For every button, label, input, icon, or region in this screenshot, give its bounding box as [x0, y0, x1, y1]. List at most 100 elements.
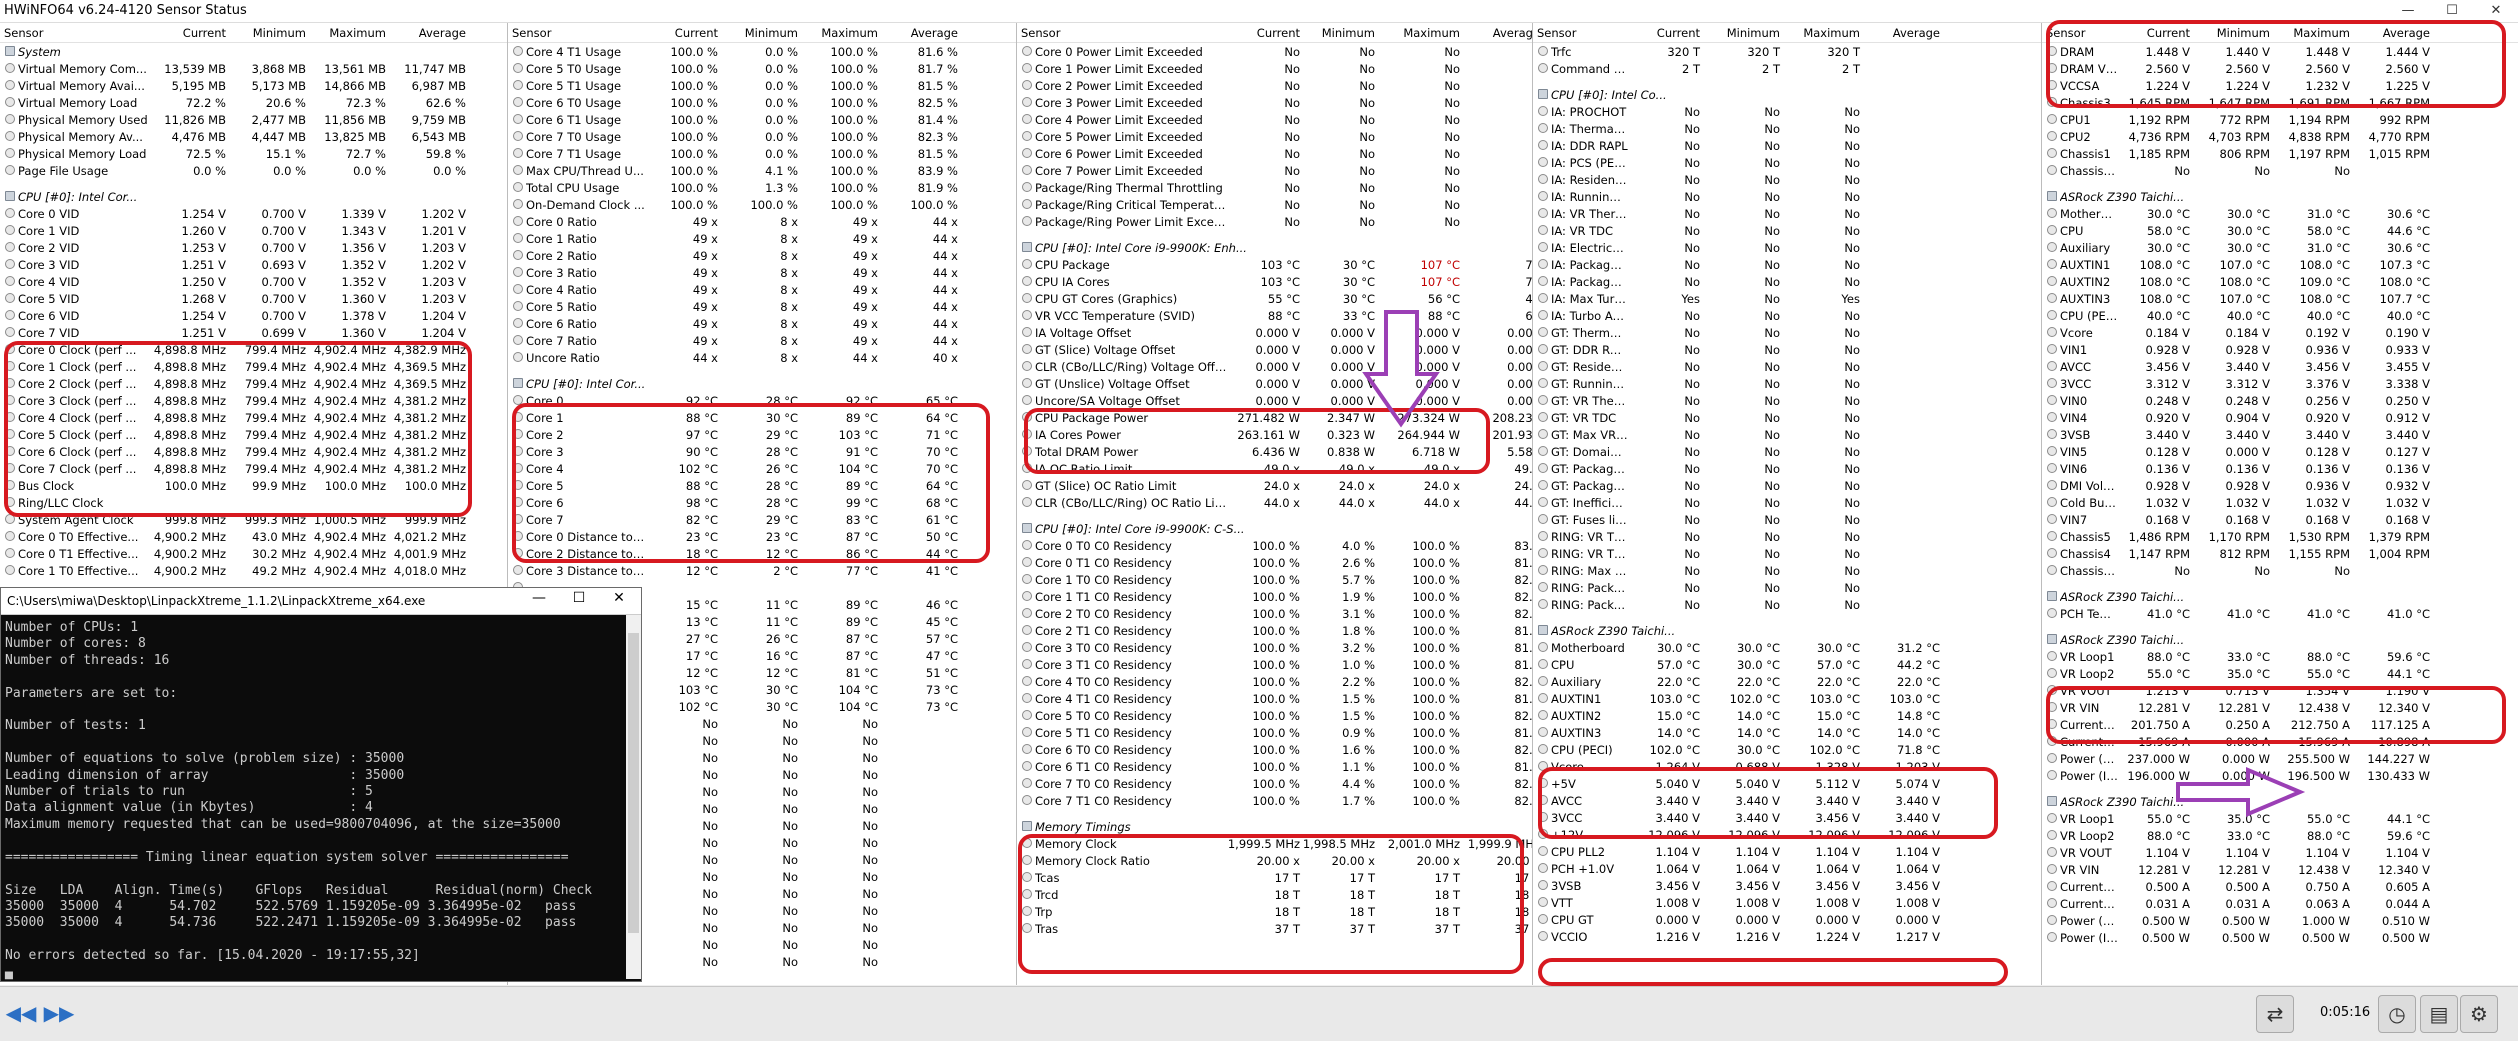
sensor-row[interactable]: DRAM VPP 2.560 V 2.560 V 2.560 V 2.560 V [2042, 60, 2518, 77]
sensor-row[interactable]: Core 1 88 °C 30 °C 89 °C 64 °C [508, 409, 1016, 426]
sensor-row[interactable]: Core 6 T0 Usage 100.0 % 0.0 % 100.0 % 82.5 % [508, 94, 1016, 111]
sensor-row[interactable]: Core 2 VID 1.253 V 0.700 V 1.356 V 1.203 V [0, 239, 507, 256]
sensor-group-header[interactable]: ASRock Z390 Taichi... [2042, 631, 2518, 648]
sensor-row[interactable]: Motherboard 30.0 °C 30.0 °C 30.0 °C 31.2 °C [1533, 639, 2041, 656]
sensor-row[interactable]: CPU GT Cores (Graphics)55 °C30 °C56 °C44 [1017, 290, 1532, 307]
sensor-row[interactable]: Core 0 T1 C0 Residency 100.0 % 2.6 % 100.0 … [1017, 554, 1532, 571]
header-maximum[interactable]: Maximum [2293, 26, 2350, 40]
sensor-row[interactable]: AUXTIN3 108.0 °C 107.0 °C 108.0 °C 107.7 °C [2042, 290, 2518, 307]
column-header[interactable]: SensorCurrentMinimumMaximumAverage [1533, 23, 2041, 43]
sensor-row[interactable]: Core 0 Power Limit Exceeded No No No [1017, 43, 1532, 60]
sensor-row[interactable]: Core 3 Power Limit Exceeded No No No [1017, 94, 1532, 111]
sensor-row[interactable]: Core 5 T0 C0 Residency 100.0 % 1.5 % 100.0 … [1017, 707, 1532, 724]
column-header[interactable]: SensorCurrentMinimumMaximumAverage [2042, 23, 2518, 43]
sensor-row[interactable]: Core 2 T1 C0 Residency 100.0 % 1.8 % 100.0 … [1017, 622, 1532, 639]
sensor-row[interactable]: VR VOUT 1.213 V 0.713 V 1.354 V 1.190 V [2042, 682, 2518, 699]
sensor-row[interactable]: Trfc 320 T 320 T 320 T [1533, 43, 2041, 60]
sensor-row[interactable]: Core 1 T1 C0 Residency 100.0 % 1.9 % 100.0 … [1017, 588, 1532, 605]
sensor-row[interactable]: Ring/LLC Clock [0, 494, 507, 511]
sensor-row[interactable]: VTT 1.008 V 1.008 V 1.008 V 1.008 V [1533, 894, 2041, 911]
sensor-row[interactable]: VIN4 0.920 V 0.904 V 0.920 V 0.912 V [2042, 409, 2518, 426]
sensor-row[interactable]: VR VCC Temperature (SVID) 88 °C 33 °C 88 °C… [1017, 307, 1532, 324]
sensor-row[interactable]: RING: VR TDC No No No [1533, 545, 2041, 562]
sensor-row[interactable]: Core 0 Clock (perf ... 4,898.8 MHz 799.4 M… [0, 341, 507, 358]
sensor-row[interactable]: CPU Package103 °C30 °C107 °C73 [1017, 256, 1532, 273]
sensor-row[interactable]: Auxiliary 22.0 °C 22.0 °C 22.0 °C 22.0 °C [1533, 673, 2041, 690]
sensor-row[interactable]: Core 2 Distance to ... 18 °C 12 °C 86 °C 44 … [508, 545, 1016, 562]
sensor-row[interactable]: Core 2 97 °C 29 °C 103 °C 71 °C [508, 426, 1016, 443]
sensor-group-header[interactable]: CPU [#0]: Intel Co... [1533, 86, 2041, 103]
sensor-group-header[interactable]: CPU [#0]: Intel Cor... [508, 375, 1016, 392]
sensor-row[interactable]: Core 6 Power Limit Exceeded No No No [1017, 145, 1532, 162]
header-current[interactable]: Current [1257, 26, 1300, 40]
sensor-row[interactable]: Trcd18 T18 T18 T18 T [1017, 886, 1532, 903]
minimize-button[interactable]: — [2386, 0, 2430, 22]
sensor-row[interactable]: Core 3 Ratio 49 x8 x 49 x 44 x [508, 264, 1016, 281]
sensor-row[interactable]: CPU PLL2 1.104 V 1.104 V 1.104 V 1.104 V [1533, 843, 2041, 860]
header-sensor[interactable]: Sensor [1021, 26, 1060, 40]
sensor-row[interactable]: Core 6 Ratio 49 x8 x 49 x 44 x [508, 315, 1016, 332]
sensor-row[interactable]: Cold Bug Killer Voltage1.032 V1.032 V1.0… [2042, 494, 2518, 511]
sensor-row[interactable]: Core 0 T1 Effective... 4,900.2 MHz 30.2 MH… [0, 545, 507, 562]
sensor-group-header[interactable]: ASRock Z390 Taichi... [2042, 588, 2518, 605]
sensor-row[interactable]: IA: Turbo Attenuati...NoNoNo [1533, 307, 2041, 324]
sensor-row[interactable]: Core 7 82 °C 29 °C 83 °C 61 °C [508, 511, 1016, 528]
sensor-row[interactable]: Core 5 88 °C 28 °C 89 °C 64 °C [508, 477, 1016, 494]
header-minimum[interactable]: Minimum [253, 26, 306, 40]
sensor-row[interactable]: Core 5 VID 1.268 V 0.700 V 1.360 V 1.203 V [0, 290, 507, 307]
sensor-row[interactable]: Core 5 T1 C0 Residency 100.0 % 0.9 % 100.0 … [1017, 724, 1532, 741]
sensor-row[interactable]: GT: Fuses limit No No No [1533, 511, 2041, 528]
sensor-row[interactable]: IA: Max Turbo LimitYesNoYes [1533, 290, 2041, 307]
sensor-row[interactable]: Chassis3 1,645 RPM 1,647 RPM 1,691 RPM 1,667… [2042, 94, 2518, 111]
sensor-row[interactable]: Virtual Memory Load 72.2 % 20.6 % 72.3 % 62.… [0, 94, 507, 111]
sensor-row[interactable]: PCH +1.0V 1.064 V 1.064 V 1.064 V 1.064 V [1533, 860, 2041, 877]
sensor-row[interactable]: 3VCC 3.440 V 3.440 V 3.456 V 3.440 V [1533, 809, 2041, 826]
sensor-panel-3[interactable]: SensorCurrentMinimumMaximumAverageCore 0… [1017, 23, 1533, 985]
header-minimum[interactable]: Minimum [2217, 26, 2270, 40]
sensor-row[interactable]: Physical Memory Av... 4,476 MB 4,447 MB 13,… [0, 128, 507, 145]
sensor-row[interactable]: IA Voltage Offset 0.000 V 0.000 V 0.000 V 0.… [1017, 324, 1532, 341]
sensor-row[interactable]: Core 4 102 °C 26 °C 104 °C 70 °C [508, 460, 1016, 477]
sensor-row[interactable]: CLR (CBo/LLC/Ring) OC Ratio Limit 44.0 x4… [1017, 494, 1532, 511]
header-minimum[interactable]: Minimum [1322, 26, 1375, 40]
sensor-row[interactable]: Core 4 T1 C0 Residency 100.0 % 1.5 % 100.0 … [1017, 690, 1532, 707]
sensor-row[interactable]: Core 2 Clock (perf ... 4,898.8 MHz 799.4 M… [0, 375, 507, 392]
sensor-row[interactable]: Core 2 T0 C0 Residency 100.0 % 3.1 % 100.0 … [1017, 605, 1532, 622]
sensor-row[interactable]: Core 2 Power Limit Exceeded No No No [1017, 77, 1532, 94]
sensor-group-header[interactable]: CPU [#0]: Intel Cor... [0, 188, 507, 205]
sensor-row[interactable]: Page File Usage 0.0 % 0.0 % 0.0 % 0.0 % [0, 162, 507, 179]
sensor-row[interactable]: Chassis IntrusionNoNoNo [2042, 162, 2518, 179]
sensor-row[interactable]: GT: Max VR Voltage...NoNoNo [1533, 426, 2041, 443]
sensor-row[interactable]: Chassis1 1,185 RPM 806 RPM 1,197 RPM 1,015 R… [2042, 145, 2518, 162]
sensor-row[interactable]: Core 7 T1 Usage 100.0 % 0.0 % 100.0 % 81.5 % [508, 145, 1016, 162]
sensor-row[interactable]: Core 4 Ratio 49 x8 x 49 x 44 x [508, 281, 1016, 298]
sensor-row[interactable]: VR VIN 12.281 V 12.281 V 12.438 V 12.340 V [2042, 861, 2518, 878]
sensor-row[interactable]: AVCC 3.456 V 3.440 V 3.456 V 3.455 V [2042, 358, 2518, 375]
sensor-row[interactable]: IA: Electrical Design...NoNoNo [1533, 239, 2041, 256]
sensor-row[interactable]: CPU1 1,192 RPM 772 RPM 1,194 RPM 992 RPM [2042, 111, 2518, 128]
sensor-row[interactable]: Vcore 1.264 V 0.688 V 1.328 V 1.203 V [1533, 758, 2041, 775]
settings-icon[interactable]: ⚙ [2460, 995, 2498, 1033]
sensor-row[interactable]: Core 0 VID 1.254 V 0.700 V 1.339 V 1.202 V [0, 205, 507, 222]
sensor-row[interactable]: CPU (PECI) 40.0 °C 40.0 °C 40.0 °C 40.0 °C [2042, 307, 2518, 324]
column-header[interactable]: SensorCurrentMinimumMaximumAverage [508, 23, 1016, 43]
sensor-row[interactable]: Trp18 T18 T18 T18 T [1017, 903, 1532, 920]
sensor-row[interactable]: GT: Running Avera...NoNoNo [1533, 375, 2041, 392]
sensor-row[interactable]: Tras37 T37 T37 T37 T [1017, 920, 1532, 937]
sensor-row[interactable]: IA Cores Power 263.161 W 0.323 W 264.944 W2… [1017, 426, 1532, 443]
header-sensor[interactable]: Sensor [1537, 26, 1576, 40]
sensor-row[interactable]: CPU2 4,736 RPM 4,703 RPM 4,838 RPM 4,770 RPM [2042, 128, 2518, 145]
header-average[interactable]: Average [911, 26, 958, 40]
header-average[interactable]: Average [419, 26, 466, 40]
clock-icon[interactable]: ◷ [2378, 995, 2416, 1033]
sensor-row[interactable]: VCCIO 1.216 V 1.216 V 1.224 V 1.217 V [1533, 928, 2041, 945]
sensor-row[interactable]: Power (POUT)237.000 W0.000 W255.500 W144… [2042, 750, 2518, 767]
sensor-row[interactable]: VR Loop2 55.0 °C 35.0 °C 55.0 °C 44.1 °C [2042, 665, 2518, 682]
sensor-row[interactable]: Core 7 T0 Usage 100.0 % 0.0 % 100.0 % 82.3 % [508, 128, 1016, 145]
sensor-row[interactable]: Core 0 T0 C0 Residency 100.0 % 4.0 % 100.0 … [1017, 537, 1532, 554]
sensor-row[interactable]: Virtual Memory Avai... 5,195 MB 5,173 MB 14… [0, 77, 507, 94]
header-sensor[interactable]: Sensor [2046, 26, 2085, 40]
sensor-row[interactable]: VR VIN 12.281 V 12.281 V 12.438 V 12.340 V [2042, 699, 2518, 716]
sensor-row[interactable]: Core 3 T0 C0 Residency 100.0 % 3.2 % 100.0 … [1017, 639, 1532, 656]
sensor-row[interactable]: Uncore Ratio 44 x8 x 44 x 40 x [508, 349, 1016, 366]
